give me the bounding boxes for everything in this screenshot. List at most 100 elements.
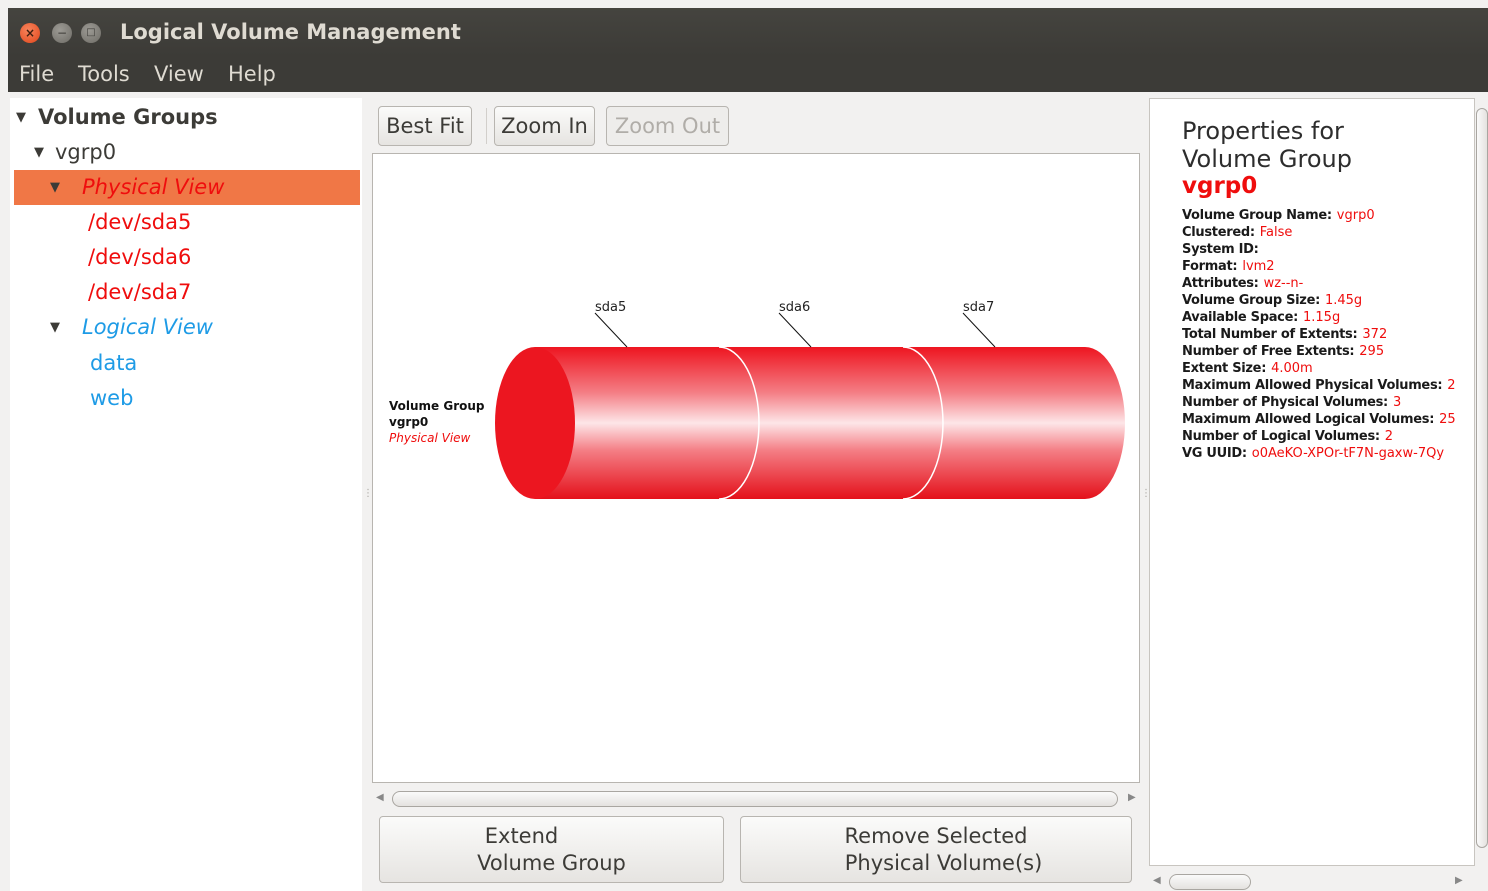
menu-help[interactable]: Help	[228, 62, 276, 86]
property-row: Number of Free Extents: 295	[1182, 343, 1456, 360]
property-list: Volume Group Name: vgrp0 Clustered: False …	[1182, 207, 1456, 462]
property-value: lvm2	[1242, 259, 1275, 274]
tree-label: /dev/sda5	[88, 210, 192, 234]
menu-tools[interactable]: Tools	[78, 62, 130, 86]
tree-label: data	[90, 351, 138, 375]
segment-label-sda5[interactable]: sda5	[595, 300, 626, 315]
property-value: 3	[1392, 395, 1402, 410]
tree-label: vgrp0	[55, 140, 117, 164]
property-value: wz--n-	[1263, 276, 1304, 291]
property-value: vgrp0	[1336, 208, 1375, 223]
property-value: 372	[1362, 327, 1388, 342]
property-key: Number of Logical Volumes:	[1182, 429, 1380, 444]
volume-group-canvas[interactable]: Volume Group vgrp0 Physical View sda5 sd…	[372, 153, 1140, 783]
property-row: Attributes: wz--n-	[1182, 275, 1456, 292]
minimize-window-button[interactable]: −	[52, 23, 72, 43]
button-label: Remove Selected	[844, 824, 1028, 848]
tree-item-lv[interactable]: web	[10, 381, 356, 416]
close-window-button[interactable]: ×	[20, 23, 40, 43]
property-key: Attributes:	[1182, 276, 1259, 291]
expander-down-icon[interactable]: ▼	[50, 170, 60, 205]
segment-leader-line	[962, 312, 996, 348]
properties-heading-line: Volume Group	[1182, 145, 1352, 173]
property-value: 4.00m	[1271, 361, 1313, 376]
properties-horizontal-scrollbar[interactable]: ◀ ▶	[1149, 873, 1475, 891]
property-value: 1.15g	[1303, 310, 1341, 325]
properties-vertical-scrollbar[interactable]	[1476, 98, 1488, 866]
cylinder-end-cap	[495, 347, 575, 499]
tree-label: web	[90, 386, 134, 410]
property-key: Format:	[1182, 259, 1238, 274]
expander-down-icon[interactable]: ▼	[50, 310, 60, 345]
property-row: Total Number of Extents: 372	[1182, 326, 1456, 343]
tree-label: /dev/sda7	[88, 280, 192, 304]
scroll-left-icon[interactable]: ◀	[1153, 875, 1161, 886]
tree-item-vg[interactable]: ▼ vgrp0	[10, 135, 356, 170]
extend-volume-group-button[interactable]: Extend Volume Group	[379, 816, 724, 883]
title-bar: × − □ Logical Volume Management	[8, 8, 1488, 56]
property-key: Number of Physical Volumes:	[1182, 395, 1388, 410]
tree-label: Physical View	[82, 175, 225, 199]
property-row: Format: lvm2	[1182, 258, 1456, 275]
volume-tree: ▼ Volume Groups ▼ vgrp0 ▼ Physical View …	[10, 98, 362, 891]
scroll-right-icon[interactable]: ▶	[1128, 792, 1136, 803]
tree-label: Volume Groups	[38, 105, 218, 129]
expander-down-icon[interactable]: ▼	[16, 100, 26, 135]
zoom-in-button[interactable]: Zoom In	[494, 106, 595, 146]
maximize-window-button[interactable]: □	[81, 23, 101, 43]
properties-vg-name: vgrp0	[1182, 173, 1258, 199]
scrollbar-thumb[interactable]	[392, 791, 1118, 807]
property-key: VG UUID:	[1182, 446, 1247, 461]
canvas-horizontal-scrollbar[interactable]: ◀ ▶	[372, 790, 1140, 808]
property-row: Maximum Allowed Physical Volumes: 2	[1182, 377, 1456, 394]
property-row: Extent Size: 4.00m	[1182, 360, 1456, 377]
menu-bar: File Tools View Help	[8, 56, 1488, 92]
property-value: 295	[1359, 344, 1385, 359]
scroll-right-icon[interactable]: ▶	[1455, 875, 1463, 886]
toolbar-separator	[486, 108, 487, 144]
menu-file[interactable]: File	[19, 62, 54, 86]
tree-label: /dev/sda6	[88, 245, 192, 269]
button-label: Volume Group	[477, 851, 626, 875]
tree-item-pv[interactable]: /dev/sda7	[10, 275, 356, 310]
property-key: Available Space:	[1182, 310, 1298, 325]
property-key: System ID:	[1182, 242, 1259, 257]
zoom-out-button[interactable]: Zoom Out	[606, 106, 729, 146]
property-row: System ID:	[1182, 241, 1456, 258]
button-label: Extend	[484, 824, 559, 848]
property-key: Extent Size:	[1182, 361, 1267, 376]
scroll-left-icon[interactable]: ◀	[376, 792, 384, 803]
volume-cylinder-graphic	[495, 312, 1125, 500]
menu-view[interactable]: View	[154, 62, 204, 86]
property-key: Volume Group Name:	[1182, 208, 1332, 223]
cylinder-body	[535, 347, 1125, 499]
segment-leader-line	[778, 312, 812, 348]
property-key: Volume Group Size:	[1182, 293, 1320, 308]
segment-leader-line	[594, 312, 628, 348]
property-key: Number of Free Extents:	[1182, 344, 1355, 359]
tree-item-pv[interactable]: /dev/sda5	[10, 205, 356, 240]
property-row: Number of Logical Volumes: 2	[1182, 428, 1456, 445]
property-value: o0AeKO-XPOr-tF7N-gaxw-7Qy	[1251, 446, 1445, 461]
tree-item-lv[interactable]: data	[10, 346, 356, 381]
property-value: False	[1259, 225, 1293, 240]
lvm-window: × − □ Logical Volume Management File Too…	[8, 8, 1488, 891]
property-row: Volume Group Size: 1.45g	[1182, 292, 1456, 309]
tree-item-pv[interactable]: /dev/sda6	[10, 240, 356, 275]
tree-item-logical-view[interactable]: ▼ Logical View	[10, 310, 356, 345]
property-key: Total Number of Extents:	[1182, 327, 1358, 342]
button-label: Physical Volume(s)	[844, 851, 1043, 875]
segment-label-sda7[interactable]: sda7	[963, 300, 994, 315]
property-row: Number of Physical Volumes: 3	[1182, 394, 1456, 411]
scrollbar-thumb[interactable]	[1476, 108, 1488, 848]
property-row: Maximum Allowed Logical Volumes: 25	[1182, 411, 1456, 428]
property-row: VG UUID: o0AeKO-XPOr-tF7N-gaxw-7Qy	[1182, 445, 1456, 462]
best-fit-button[interactable]: Best Fit	[378, 106, 472, 146]
tree-item-volume-groups[interactable]: ▼ Volume Groups	[10, 100, 356, 135]
expander-down-icon[interactable]: ▼	[34, 135, 44, 170]
tree-item-physical-view[interactable]: ▼ Physical View	[14, 170, 360, 205]
properties-panel: Properties for Volume Group vgrp0 Volume…	[1149, 98, 1475, 866]
remove-physical-volumes-button[interactable]: Remove Selected Physical Volume(s)	[740, 816, 1132, 883]
segment-label-sda6[interactable]: sda6	[779, 300, 810, 315]
scrollbar-thumb[interactable]	[1169, 874, 1251, 890]
